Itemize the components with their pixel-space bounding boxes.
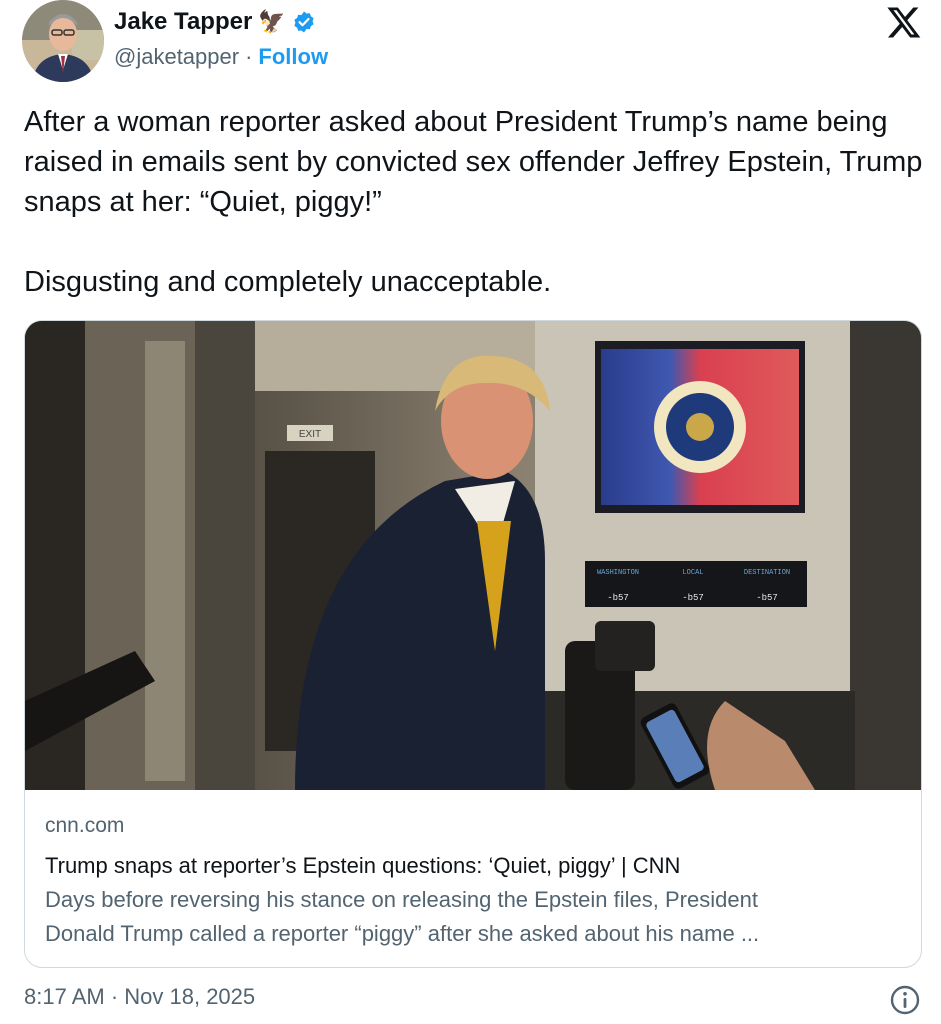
info-icon[interactable] — [889, 984, 921, 1016]
link-card[interactable]: EXIT WASHINGTON LOCAL DESTINATION -b57 -… — [24, 320, 922, 968]
follow-button[interactable]: Follow — [258, 44, 328, 70]
avatar-image — [22, 0, 104, 82]
clock-time: -b57 — [607, 593, 629, 603]
tweet-header: Jake Tapper 🦅 @jaketapper · Follow — [22, 0, 922, 82]
tweet-paragraph: Disgusting and completely unacceptable. — [24, 266, 552, 298]
verified-badge-icon[interactable] — [292, 10, 316, 34]
tweet-paragraph: After a woman reporter asked about Presi… — [24, 106, 923, 218]
eagle-emoji-icon: 🦅 — [258, 9, 286, 34]
tweet-text: After a woman reporter asked about Presi… — [24, 102, 924, 302]
separator-dot: · — [245, 44, 253, 69]
card-title[interactable]: Trump snaps at reporter’s Epstein questi… — [45, 849, 905, 883]
x-logo-icon[interactable] — [886, 4, 922, 40]
avatar[interactable] — [22, 0, 104, 82]
card-domain[interactable]: cnn.com — [45, 811, 905, 841]
clock-time: -b57 — [682, 593, 704, 603]
exit-sign: EXIT — [299, 429, 321, 440]
clock-label: DESTINATION — [744, 569, 790, 577]
clock-label: LOCAL — [682, 569, 703, 577]
timestamp[interactable]: 8:17 AM · Nov 18, 2025 — [24, 984, 255, 1010]
card-image[interactable]: EXIT WASHINGTON LOCAL DESTINATION -b57 -… — [25, 321, 921, 790]
card-description: Donald Trump called a reporter “piggy” a… — [45, 921, 760, 946]
clock-time: -b57 — [756, 593, 778, 603]
clock-label: WASHINGTON — [597, 569, 639, 577]
card-description: Days before reversing his stance on rele… — [45, 887, 758, 912]
card-photo: EXIT WASHINGTON LOCAL DESTINATION -b57 -… — [25, 321, 921, 790]
author-name[interactable]: Jake Tapper — [114, 8, 252, 36]
card-meta: cnn.com Trump snaps at reporter’s Epstei… — [45, 811, 905, 951]
author-handle[interactable]: @jaketapper — [114, 44, 239, 70]
